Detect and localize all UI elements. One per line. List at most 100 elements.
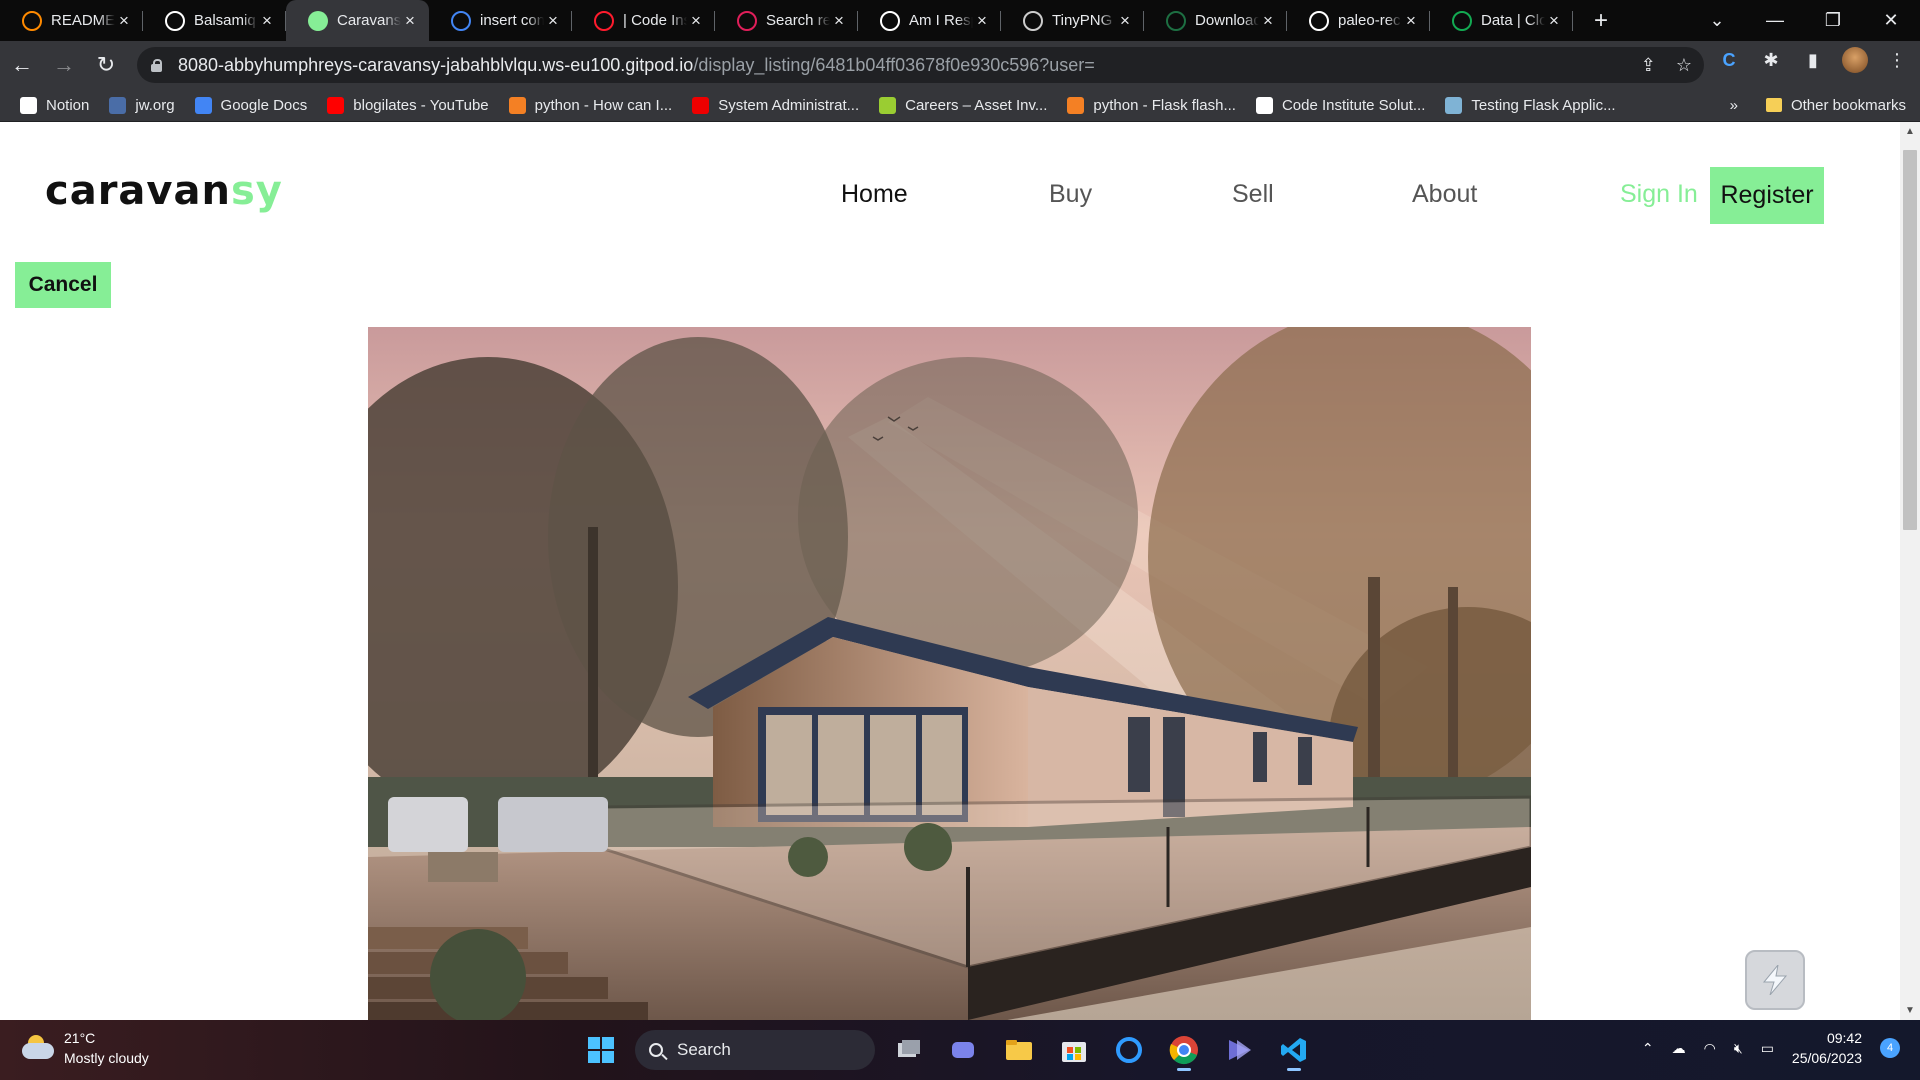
browser-tab[interactable]: Balsamiq × — [143, 0, 286, 41]
bookmark-item[interactable]: blogilates - YouTube — [327, 96, 489, 114]
bookmark-item[interactable]: Notion — [20, 96, 89, 114]
bookmark-star-icon[interactable]: ☆ — [1676, 55, 1692, 76]
bookmark-label: jw.org — [135, 96, 175, 114]
menu-icon[interactable]: ⋮ — [1884, 47, 1910, 73]
nav-about[interactable]: About — [1412, 180, 1477, 209]
onedrive-icon[interactable]: ☁ — [1672, 1040, 1686, 1057]
scrollbar-thumb[interactable] — [1903, 150, 1917, 530]
url-host: 8080-abbyhumphreys-caravansy-jabahblvlqu… — [178, 54, 694, 75]
browser-tab[interactable]: Caravansy× — [286, 0, 429, 41]
lock-icon[interactable] — [151, 58, 162, 72]
task-view-icon[interactable] — [888, 1029, 930, 1071]
bookmark-item[interactable]: Code Institute Solut... — [1255, 96, 1425, 114]
teams-chat-icon[interactable] — [943, 1029, 985, 1071]
file-explorer-icon[interactable] — [998, 1029, 1040, 1071]
close-tab-icon[interactable]: × — [687, 11, 705, 31]
battery-icon[interactable]: ▭ — [1761, 1040, 1774, 1057]
browser-tab[interactable]: paleo-rec × — [1287, 0, 1430, 41]
profile-avatar[interactable] — [1842, 47, 1868, 73]
bookmark-item[interactable]: System Administrat... — [692, 96, 859, 114]
new-tab-button[interactable]: + — [1581, 7, 1621, 35]
share-icon[interactable]: ⇪ — [1641, 55, 1656, 76]
caravan-lodge-illustration — [368, 327, 1531, 1020]
reload-button[interactable]: ↻ — [86, 45, 126, 85]
bookmark-item[interactable]: jw.org — [109, 96, 175, 114]
site-logo[interactable]: caravansy — [45, 168, 283, 214]
browser-tab[interactable]: Download × — [1144, 0, 1287, 41]
bookmark-item[interactable]: Testing Flask Applic... — [1445, 96, 1616, 114]
close-window-button[interactable]: ✕ — [1862, 10, 1920, 31]
clock[interactable]: 09:42 25/06/2023 — [1792, 1028, 1862, 1068]
cancel-button[interactable]: Cancel — [15, 262, 111, 308]
github-icon — [1255, 96, 1273, 114]
close-tab-icon[interactable]: × — [1545, 11, 1563, 31]
other-bookmarks-folder[interactable]: Other bookmarks — [1765, 97, 1906, 114]
volume-muted-icon[interactable]: 🔇︎ — [1734, 1040, 1743, 1057]
close-tab-icon[interactable]: × — [115, 11, 133, 31]
bookmark-item[interactable]: Careers – Asset Inv... — [879, 96, 1047, 114]
browser-tab[interactable]: | Code Ins × — [572, 0, 715, 41]
windows-start-icon[interactable] — [580, 1029, 622, 1071]
extensions-icon[interactable]: ✱ — [1758, 47, 1784, 73]
restore-button[interactable]: ❐ — [1804, 10, 1862, 31]
careers-icon — [879, 96, 897, 114]
logo-accent: sy — [230, 168, 283, 214]
page-viewport: caravansy Home Buy Sell About Sign In Re… — [0, 122, 1900, 1020]
cortana-icon[interactable] — [1108, 1029, 1150, 1071]
window-controls: ⌄ — ❐ ✕ — [1688, 0, 1920, 41]
power-automate-icon[interactable] — [1218, 1029, 1260, 1071]
close-tab-icon[interactable]: × — [1402, 11, 1420, 31]
bookmark-label: Testing Flask Applic... — [1471, 96, 1616, 114]
close-tab-icon[interactable]: × — [258, 11, 276, 31]
forward-button[interactable]: → — [44, 45, 84, 85]
tab-search-icon[interactable]: ⌄ — [1688, 10, 1746, 31]
tab-strip: README×Balsamiq×Caravansy×insert cont×| … — [0, 0, 1920, 41]
sign-in-link[interactable]: Sign In — [1620, 180, 1698, 209]
chrome-icon[interactable] — [1163, 1029, 1205, 1071]
back-button[interactable]: ← — [2, 45, 42, 85]
close-tab-icon[interactable]: × — [1259, 11, 1277, 31]
bookmark-item[interactable]: Google Docs — [194, 96, 308, 114]
tab-list: README×Balsamiq×Caravansy×insert cont×| … — [0, 0, 1573, 41]
tab-title: Download — [1195, 12, 1259, 29]
browser-tab[interactable]: TinyPNG × — [1001, 0, 1144, 41]
close-tab-icon[interactable]: × — [830, 11, 848, 31]
weather-widget[interactable]: 21°C Mostly cloudy — [22, 1028, 149, 1068]
close-tab-icon[interactable]: × — [401, 11, 419, 31]
tab-title: paleo-rec — [1338, 12, 1401, 29]
register-button[interactable]: Register — [1710, 167, 1824, 224]
nav-buy[interactable]: Buy — [1049, 180, 1092, 209]
close-tab-icon[interactable]: × — [973, 11, 991, 31]
browser-tab[interactable]: Data | Clo × — [1430, 0, 1573, 41]
address-bar[interactable]: 8080-abbyhumphreys-caravansy-jabahblvlqu… — [137, 47, 1704, 83]
browser-tab[interactable]: Search re × — [715, 0, 858, 41]
close-tab-icon[interactable]: × — [1116, 11, 1134, 31]
page-scrollbar[interactable]: ▲ ▼ — [1900, 122, 1920, 1020]
side-panel-icon[interactable]: ▮ — [1800, 47, 1826, 73]
bookmark-label: Google Docs — [220, 96, 308, 114]
gitpod-assistant-button[interactable] — [1745, 950, 1805, 1010]
scroll-down-icon[interactable]: ▼ — [1900, 1005, 1920, 1016]
scroll-up-icon[interactable]: ▲ — [1900, 126, 1920, 137]
wifi-icon[interactable]: ◠ — [1704, 1040, 1716, 1057]
bookmark-item[interactable]: python - How can I... — [508, 96, 672, 114]
tab-title: insert cont — [480, 12, 544, 29]
taskbar-search[interactable]: Search — [635, 1030, 875, 1070]
minimize-button[interactable]: — — [1746, 10, 1804, 31]
grammarly-icon[interactable]: C — [1716, 47, 1742, 73]
close-tab-icon[interactable]: × — [544, 11, 562, 31]
nav-sell[interactable]: Sell — [1232, 180, 1274, 209]
browser-tab[interactable]: README × — [0, 0, 143, 41]
microsoft-store-icon[interactable] — [1053, 1029, 1095, 1071]
notification-badge[interactable]: 4 — [1880, 1038, 1900, 1058]
url-text[interactable]: 8080-abbyhumphreys-caravansy-jabahblvlqu… — [178, 55, 1095, 76]
vscode-icon[interactable] — [1273, 1029, 1315, 1071]
tray-overflow-icon[interactable]: ⌃ — [1642, 1040, 1654, 1057]
bookmark-item[interactable]: python - Flask flash... — [1067, 96, 1236, 114]
nav-home[interactable]: Home — [841, 180, 908, 209]
listing-image — [368, 327, 1531, 1020]
browser-tab[interactable]: insert cont × — [429, 0, 572, 41]
browser-tab[interactable]: Am I Resp × — [858, 0, 1001, 41]
browser-toolbar: ← → ↻ 8080-abbyhumphreys-caravansy-jabah… — [0, 41, 1920, 89]
bookmarks-overflow-button[interactable]: » — [1730, 97, 1738, 114]
